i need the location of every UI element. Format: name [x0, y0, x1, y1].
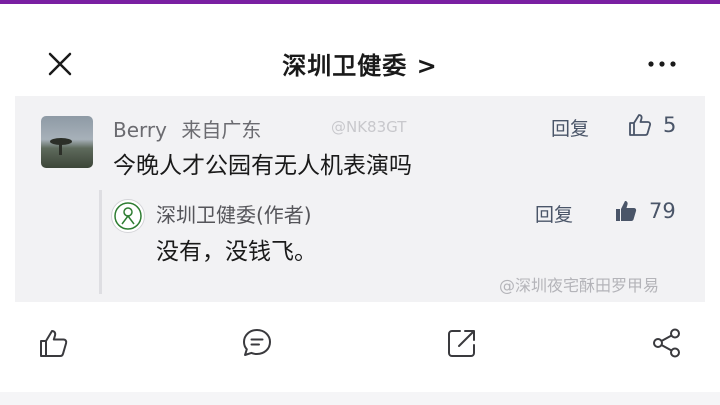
comment-text: 今晚人才公园有无人机表演吗: [113, 153, 412, 179]
page-title[interactable]: 深圳卫健委 >: [0, 46, 720, 81]
thumbs-up-outline-icon: [629, 114, 652, 136]
comment-user-location: 来自广东: [181, 118, 262, 142]
bottom-strip: [0, 392, 720, 405]
watermark-bottom: @深圳夜宅酥田罗甲易: [499, 276, 660, 295]
share-icon: [653, 328, 680, 358]
more-dots-icon: [648, 61, 676, 67]
more-button[interactable]: [645, 50, 681, 74]
comment-like-button[interactable]: 5: [627, 112, 676, 138]
share-button[interactable]: [650, 326, 684, 360]
comment-user-name[interactable]: Berry: [113, 118, 167, 142]
repost-icon: [448, 330, 475, 357]
reply-like-button[interactable]: 79: [613, 198, 676, 224]
comment-like-count: 5: [663, 113, 677, 137]
comment-button[interactable]: [240, 326, 274, 360]
reply-divider: [99, 190, 102, 294]
reply-like-count: 79: [649, 199, 676, 223]
reply-button[interactable]: 回复: [551, 114, 589, 141]
avatar-tree-trunk: [59, 143, 62, 155]
author-avatar[interactable]: [111, 199, 145, 233]
page-header: 深圳卫健委 >: [0, 4, 720, 96]
reply-reply-button[interactable]: 回复: [535, 200, 573, 227]
comment-thread: Berry 来自广东 @NK83GT 回复 5 今晚人才公园有无人机表演吗 深圳…: [15, 96, 705, 302]
thumbs-up-filled-icon: [616, 201, 637, 221]
health-commission-logo-icon: [114, 202, 142, 230]
bottom-toolbar: [0, 326, 720, 376]
repost-button[interactable]: [445, 326, 479, 360]
reply-author-name[interactable]: 深圳卫健委(作者): [156, 199, 312, 228]
reply-text: 没有，没钱飞。: [156, 239, 317, 265]
comment-icon: [243, 329, 271, 356]
comment-user-line: Berry 来自广东: [113, 114, 261, 143]
watermark: @NK83GT: [331, 118, 407, 136]
like-icon: [40, 330, 68, 357]
like-button[interactable]: [37, 326, 71, 360]
avatar[interactable]: [41, 116, 93, 168]
